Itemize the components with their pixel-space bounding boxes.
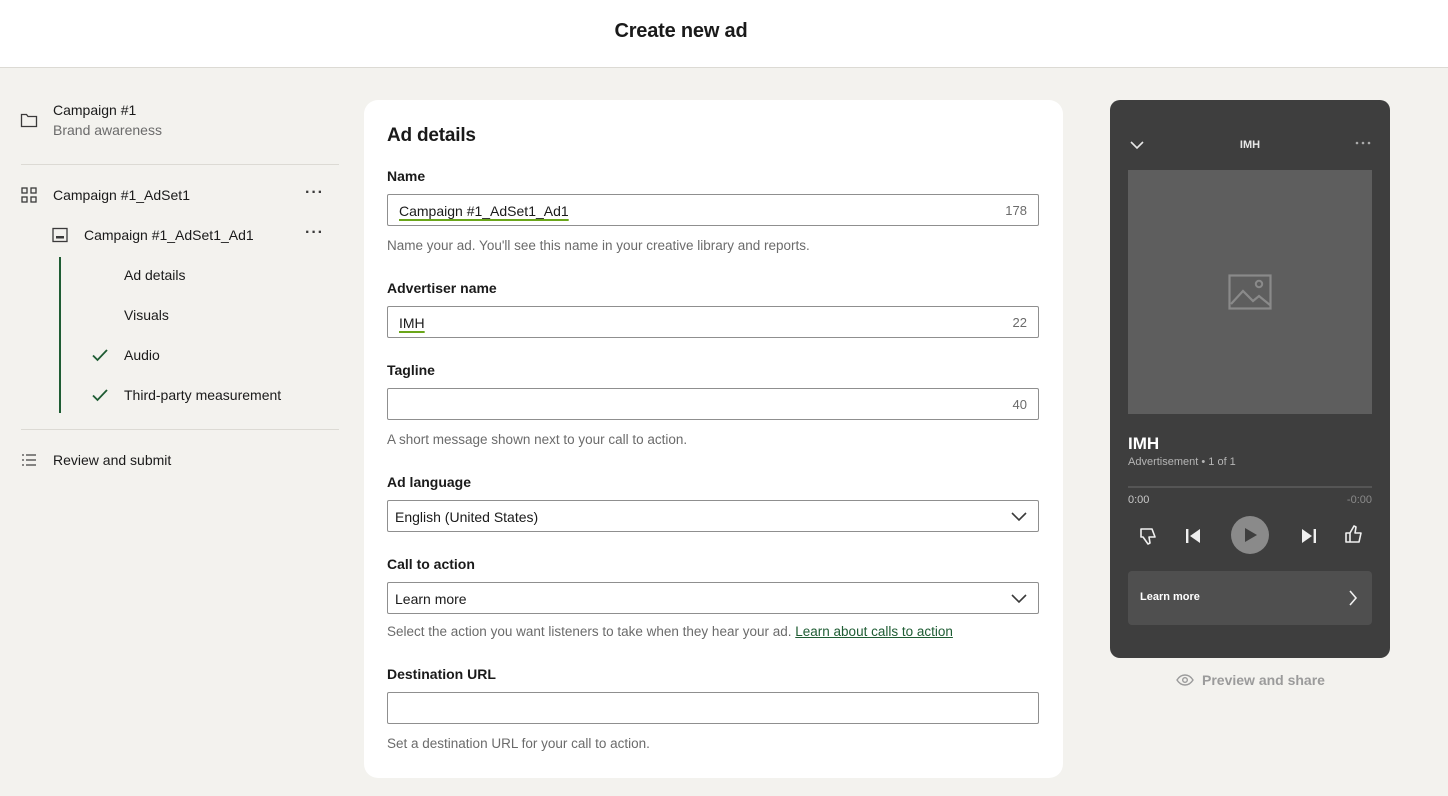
play-icon — [1245, 528, 1257, 542]
thumbs-up-icon[interactable] — [1343, 523, 1365, 545]
advertiser-value: IMH — [399, 315, 425, 331]
ad-icon — [52, 227, 68, 243]
preview-cta-label: Learn more — [1140, 591, 1200, 603]
tagline-field[interactable]: 40 — [387, 388, 1039, 420]
language-value: English (United States) — [395, 509, 539, 525]
tagline-char-count: 40 — [1012, 397, 1027, 412]
ad-more-button[interactable]: ··· — [305, 224, 324, 242]
preview-and-share-label: Preview and share — [1202, 672, 1325, 688]
ad-preview: IMH IMH Advertisement • 1 of 1 0:00 -0:0… — [1110, 100, 1390, 658]
preview-advertiser-name: IMH — [1128, 434, 1160, 453]
url-label: Destination URL — [387, 666, 496, 682]
preview-cta-button[interactable]: Learn more — [1128, 571, 1372, 625]
name-field[interactable]: Campaign #1_AdSet1_Ad1 178 — [387, 194, 1039, 226]
sidebar-divider — [21, 429, 339, 430]
preview-and-share-button[interactable]: Preview and share — [1176, 672, 1325, 688]
thumbs-down-icon[interactable] — [1138, 525, 1160, 547]
cta-value: Learn more — [395, 591, 467, 607]
chevron-down-icon — [1011, 512, 1027, 522]
card-heading: Ad details — [387, 125, 476, 146]
sidebar-divider — [21, 164, 339, 165]
check-icon — [92, 389, 108, 402]
progress-bar[interactable] — [1128, 486, 1372, 488]
folder-icon — [20, 113, 38, 128]
preview-subtitle: Advertisement • 1 of 1 — [1128, 456, 1236, 468]
step-visuals[interactable]: Visuals — [124, 307, 169, 323]
list-icon — [22, 454, 36, 466]
cta-help-text: Select the action you want listeners to … — [387, 624, 792, 639]
tagline-help: A short message shown next to your call … — [387, 432, 688, 447]
check-icon — [92, 349, 108, 362]
name-value: Campaign #1_AdSet1_Ad1 — [399, 203, 569, 219]
page-title: Create new ad — [614, 20, 748, 42]
cta-learn-link[interactable]: Learn about calls to action — [795, 624, 953, 639]
language-label: Ad language — [387, 474, 472, 490]
step-ad-details[interactable]: Ad details — [124, 267, 185, 283]
preview-header: IMH — [1239, 139, 1261, 151]
cover-art-placeholder — [1128, 170, 1372, 414]
chevron-down-icon — [1011, 594, 1027, 604]
grid-icon — [21, 187, 37, 203]
more-icon[interactable] — [1354, 140, 1372, 146]
sidebar-review-submit[interactable]: Review and submit — [53, 452, 171, 468]
image-icon — [1228, 274, 1272, 310]
cta-help: Select the action you want listeners to … — [387, 624, 953, 639]
advertiser-field[interactable]: IMH 22 — [387, 306, 1039, 338]
destination-url-field[interactable] — [387, 692, 1039, 724]
ad-details-card: Ad details Name Campaign #1_AdSet1_Ad1 1… — [364, 100, 1063, 778]
previous-icon[interactable] — [1182, 525, 1204, 547]
sidebar-ad[interactable]: Campaign #1_AdSet1_Ad1 — [84, 227, 254, 243]
next-icon[interactable] — [1298, 525, 1320, 547]
name-label: Name — [387, 168, 426, 184]
time-remaining: -0:00 — [1346, 494, 1372, 506]
sidebar-adset[interactable]: Campaign #1_AdSet1 — [53, 187, 190, 203]
step-third-party-measurement[interactable]: Third-party measurement — [124, 387, 281, 403]
campaign-name: Campaign #1 — [53, 102, 137, 118]
eye-icon — [1176, 674, 1194, 686]
adset-more-button[interactable]: ··· — [305, 184, 324, 202]
advertiser-label: Advertiser name — [387, 280, 497, 296]
time-elapsed: 0:00 — [1128, 494, 1150, 506]
chevron-right-icon — [1349, 590, 1358, 606]
language-select[interactable]: English (United States) — [387, 500, 1039, 532]
name-char-count: 178 — [1005, 203, 1027, 218]
url-help: Set a destination URL for your call to a… — [387, 736, 650, 751]
cta-label: Call to action — [387, 556, 475, 572]
tagline-label: Tagline — [387, 362, 435, 378]
advertiser-char-count: 22 — [1012, 315, 1027, 330]
name-help: Name your ad. You'll see this name in yo… — [387, 238, 810, 253]
campaign-objective: Brand awareness — [53, 122, 162, 138]
sidebar-campaign[interactable]: Campaign #1 — [53, 102, 136, 118]
active-step-indicator — [59, 257, 61, 413]
cta-select[interactable]: Learn more — [387, 582, 1039, 614]
play-button[interactable] — [1231, 516, 1269, 554]
step-audio[interactable]: Audio — [124, 347, 160, 363]
top-bar: Create new ad — [0, 0, 1448, 68]
